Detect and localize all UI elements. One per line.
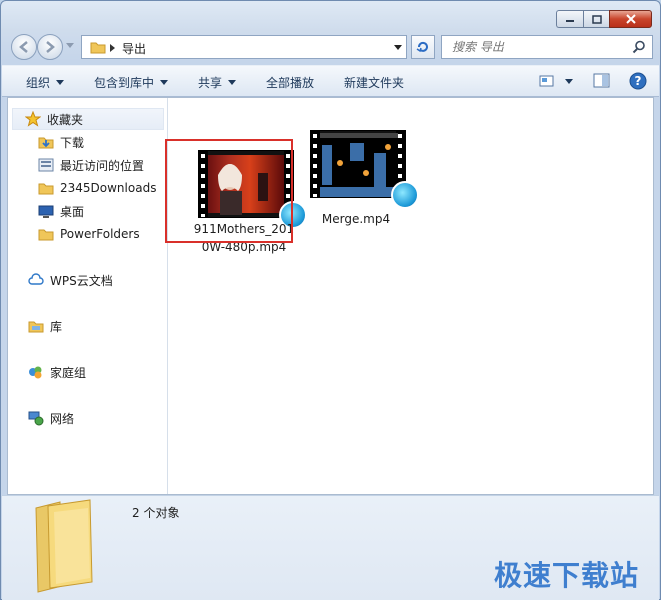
breadcrumb-separator[interactable] [110,44,115,52]
share-menu[interactable]: 共享 [198,74,237,91]
share-label: 共享 [198,76,223,90]
folder-icon [90,42,106,54]
powerfolders-label: PowerFolders [60,227,140,241]
chevron-down-icon [56,80,65,85]
desktop-icon [38,203,54,219]
tree-item-wps-cloud[interactable]: WPS云文档 [28,269,113,291]
libraries-label: 库 [50,319,63,334]
desktop-label: 桌面 [60,204,85,219]
refresh-icon [416,41,428,53]
wps-cloud-label: WPS云文档 [50,273,113,288]
organize-label: 组织 [26,76,51,90]
tree-item-libraries[interactable]: 库 [28,315,62,337]
recent-pages-dropdown[interactable] [66,43,74,48]
chevron-down-icon [228,80,237,85]
back-arrow-icon [19,41,28,53]
include-in-library-label: 包含到库中 [94,76,155,90]
item-count: 2 个对象 [132,506,180,520]
homegroup-label: 家庭组 [50,365,87,380]
preview-pane-icon[interactable] [593,73,611,89]
tree-item-favorites[interactable]: 收藏夹 [12,108,164,130]
command-bar: 组织 包含到库中 共享 全部播放 新建文件夹 ? [2,65,659,97]
library-icon [28,318,44,334]
folder-icon [38,226,54,242]
film-strip-left [311,131,320,197]
refresh-button[interactable] [411,35,435,59]
network-label: 网络 [50,411,75,426]
file-name-line1: Merge.mp4 [321,212,391,226]
star-icon [24,110,42,127]
folder-icon [38,180,54,196]
tree-item-network[interactable]: 网络 [28,407,74,429]
file-item-merge[interactable]: Merge.mp4 [294,130,419,244]
view-controls: ? [539,72,647,90]
tree-item-downloads[interactable]: 下载 [38,131,84,153]
address-bar[interactable]: 导出 [81,35,407,59]
view-options-dropdown[interactable] [565,78,573,84]
favorites-label: 收藏夹 [47,112,84,127]
maximize-icon [591,14,602,24]
help-icon[interactable]: ? [629,72,647,90]
play-all-button[interactable]: 全部播放 [266,74,314,91]
maximize-button[interactable] [583,10,609,28]
minimize-button[interactable] [556,10,583,28]
media-player-badge-icon [391,181,419,209]
2345downloads-label: 2345Downloads [60,181,157,195]
recent-places-label: 最近访问的位置 [60,158,145,173]
minimize-icon [566,20,574,22]
tree-item-2345downloads[interactable]: 2345Downloads [38,177,156,199]
forward-button[interactable] [37,34,63,60]
close-icon [625,14,636,24]
new-folder-button[interactable]: 新建文件夹 [344,74,404,91]
address-row: 导出 [9,34,653,60]
details-pane: 2 个对象 极速下载站 [2,495,659,600]
change-view-icon[interactable] [539,74,555,88]
tree-item-homegroup[interactable]: 家庭组 [28,361,86,383]
file-name: Merge.mp4 [294,210,418,228]
include-in-library-menu[interactable]: 包含到库中 [94,74,169,91]
recent-places-icon [38,157,54,173]
tree-item-desktop[interactable]: 桌面 [38,200,84,222]
new-folder-label: 新建文件夹 [344,76,405,90]
address-dropdown[interactable] [394,45,402,50]
breadcrumb-current[interactable]: 导出 [122,40,146,57]
downloads-label: 下载 [60,135,85,150]
search-icon[interactable] [632,40,646,54]
back-button[interactable] [11,34,37,60]
svg-text:?: ? [635,74,642,88]
organize-menu[interactable]: 组织 [26,74,65,91]
site-watermark: 极速下载站 [493,559,639,592]
tree-item-recent-places[interactable]: 最近访问的位置 [38,154,144,176]
thumbnail-scene [320,133,398,197]
network-icon [28,410,44,426]
game-screen-icon [320,133,398,197]
chevron-down-icon [160,80,169,85]
video-thumbnail [310,130,419,209]
downloads-folder-icon [38,134,54,150]
tree-item-powerfolders[interactable]: PowerFolders [38,223,140,245]
search-box[interactable] [441,35,653,59]
navigation-pane: 收藏夹 下载 最近访问的位置 2345Downloads 桌面 PowerFol… [8,98,168,494]
forward-arrow-icon [46,41,55,53]
explorer-window: 导出 组织 包含到库中 共享 全部播放 新建文件夹 ? 收藏夹 [0,0,661,600]
homegroup-icon [28,364,44,380]
selection-highlight [165,139,293,243]
play-all-label: 全部播放 [266,76,315,90]
main-area: 收藏夹 下载 最近访问的位置 2345Downloads 桌面 PowerFol… [7,97,654,495]
close-button[interactable] [609,10,652,28]
cloud-icon [28,272,44,288]
large-folder-icon [35,499,93,593]
search-input[interactable] [442,36,622,58]
caption-buttons [556,10,652,28]
